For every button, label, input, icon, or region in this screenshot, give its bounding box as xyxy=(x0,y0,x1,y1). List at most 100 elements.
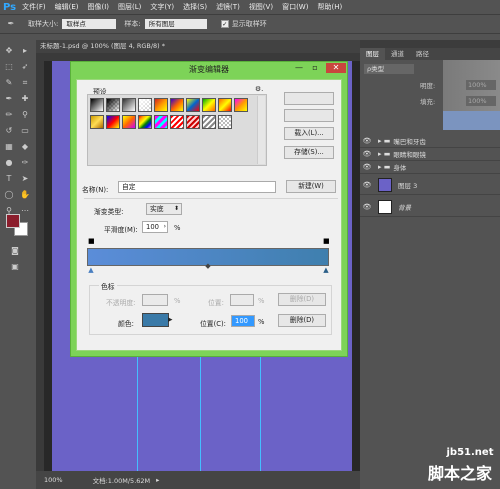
preset-swatch[interactable] xyxy=(154,98,168,112)
preset-swatch[interactable] xyxy=(106,115,120,129)
eye-icon[interactable]: 👁 xyxy=(362,137,372,145)
menu-view[interactable]: 视图(V) xyxy=(249,2,273,12)
status-menu-arrow-icon[interactable]: ▸ xyxy=(156,476,159,484)
menu-image[interactable]: 图像(I) xyxy=(88,2,110,12)
dodge-tool-icon[interactable]: ● xyxy=(4,158,14,168)
preset-swatch[interactable] xyxy=(218,98,232,112)
menu-edit[interactable]: 编辑(E) xyxy=(55,2,79,12)
eye-icon[interactable]: 👁 xyxy=(362,150,372,158)
layer-row[interactable]: 👁 ▸ ▬ 眼睛和眼镜 xyxy=(360,148,500,161)
menu-filter[interactable]: 滤镜(T) xyxy=(216,2,240,12)
color-menu-arrow-icon[interactable]: ▸ xyxy=(168,315,173,325)
color-location-field[interactable]: 100 xyxy=(231,315,255,327)
preset-swatch[interactable] xyxy=(170,115,184,129)
more-tools-icon[interactable]: ⋯ xyxy=(20,206,30,216)
color-stop-left[interactable]: ▲ xyxy=(88,267,94,274)
ok-button[interactable] xyxy=(284,92,334,105)
layer-row[interactable]: 👁 背景 xyxy=(360,197,500,217)
stamp-tool-icon[interactable]: ⚲ xyxy=(20,110,30,120)
menu-help[interactable]: 帮助(H) xyxy=(317,2,342,12)
move-tool-icon[interactable]: ✥ xyxy=(4,46,14,56)
marquee-tool-icon[interactable]: ⬚ xyxy=(4,62,14,72)
preset-swatch[interactable] xyxy=(90,98,104,112)
layer-row[interactable]: 👁 ▸ ▬ 嘴巴和牙齿 xyxy=(360,135,500,148)
document-tab[interactable]: 未标题-1.psd @ 100% (图层 4, RGB/8) * xyxy=(40,40,165,53)
menu-file[interactable]: 文件(F) xyxy=(22,2,46,12)
artboard-tool-icon[interactable]: ▸ xyxy=(20,46,30,56)
screen-mode-icon[interactable]: ▣ xyxy=(10,262,20,272)
minimize-icon[interactable]: — xyxy=(292,63,306,73)
eye-icon[interactable]: 👁 xyxy=(362,181,372,189)
menu-type[interactable]: 文字(Y) xyxy=(150,2,174,12)
gradient-tool-icon[interactable]: ▦ xyxy=(4,142,14,152)
preset-swatch[interactable] xyxy=(122,115,136,129)
brush-tool-icon[interactable]: ✏ xyxy=(4,110,14,120)
menu-select[interactable]: 选择(S) xyxy=(183,2,207,12)
quick-mask-icon[interactable]: ◙ xyxy=(10,246,20,256)
gradient-type-select[interactable]: 实底 ⬍ xyxy=(146,203,182,215)
name-field[interactable]: 自定 xyxy=(118,181,276,193)
load-button[interactable]: 载入(L)... xyxy=(284,127,334,140)
opacity-stop-right[interactable]: ■ xyxy=(323,238,330,245)
preset-swatch[interactable] xyxy=(138,98,152,112)
presets-gear-icon[interactable]: ⚙. xyxy=(255,85,263,93)
color-stop-right[interactable]: ▲ xyxy=(323,267,329,274)
preset-swatch[interactable] xyxy=(170,98,184,112)
presets-scrollbar[interactable] xyxy=(257,96,265,164)
crop-tool-icon[interactable]: ⌗ xyxy=(20,78,30,88)
eraser-tool-icon[interactable]: ▭ xyxy=(20,126,30,136)
opacity-field[interactable]: 100% xyxy=(466,80,496,90)
preset-swatch[interactable] xyxy=(234,98,248,112)
lasso-tool-icon[interactable]: ➶ xyxy=(20,62,30,72)
tab-layers[interactable]: 图层 xyxy=(360,48,385,60)
tab-paths[interactable]: 路径 xyxy=(410,48,435,60)
sample-size-select[interactable]: 取样点 xyxy=(62,19,117,29)
fill-field[interactable]: 100% xyxy=(466,96,496,106)
type-tool-icon[interactable]: T xyxy=(4,174,14,184)
preset-swatch[interactable] xyxy=(106,98,120,112)
midpoint-diamond-icon[interactable]: ◆ xyxy=(205,263,211,270)
eyedropper-icon[interactable]: ✒ xyxy=(6,19,16,29)
sample-select[interactable]: 所有图层 xyxy=(144,19,207,29)
opacity-stop-left[interactable]: ■ xyxy=(88,238,95,245)
preset-swatch[interactable] xyxy=(202,115,216,129)
maximize-icon[interactable]: ▫ xyxy=(308,63,322,73)
preset-swatch[interactable] xyxy=(122,98,136,112)
save-button[interactable]: 存储(S)... xyxy=(284,146,334,159)
preset-swatch[interactable] xyxy=(90,115,104,129)
color-stop-swatch[interactable] xyxy=(142,313,169,327)
history-brush-icon[interactable]: ↺ xyxy=(4,126,14,136)
new-button[interactable]: 新建(W) xyxy=(286,180,336,193)
path-select-icon[interactable]: ➤ xyxy=(20,174,30,184)
layer-row[interactable]: 👁 ▸ ▬ 身体 xyxy=(360,161,500,174)
tab-channels[interactable]: 通道 xyxy=(385,48,410,60)
smoothness-field[interactable]: 100 › xyxy=(142,221,168,233)
preset-swatch[interactable] xyxy=(186,115,200,129)
foreground-color-swatch-front[interactable] xyxy=(6,214,20,228)
menu-layer[interactable]: 图层(L) xyxy=(118,2,141,12)
preset-swatch[interactable] xyxy=(138,115,152,129)
layer-row[interactable]: 👁 图层 3 xyxy=(360,175,500,195)
close-icon[interactable]: ✕ xyxy=(326,63,346,73)
name-label: 名称(N): xyxy=(82,186,109,194)
zoom-level[interactable]: 100% xyxy=(44,476,63,484)
preset-swatch[interactable] xyxy=(186,98,200,112)
cancel-button[interactable] xyxy=(284,109,334,122)
eye-icon[interactable]: 👁 xyxy=(362,203,372,211)
preset-swatch[interactable] xyxy=(218,115,232,129)
preset-swatch[interactable] xyxy=(154,115,168,129)
quick-select-tool-icon[interactable]: ✎ xyxy=(4,78,14,88)
preset-swatch[interactable] xyxy=(202,98,216,112)
eye-icon[interactable]: 👁 xyxy=(362,163,372,171)
delete-color-stop-button[interactable]: 删除(D) xyxy=(278,314,326,327)
hand-tool-icon[interactable]: ✋ xyxy=(20,190,30,200)
eyedropper-tool-icon[interactable]: ✒ xyxy=(4,94,14,104)
menu-window[interactable]: 窗口(W) xyxy=(282,2,308,12)
layer-kind-filter[interactable]: ρ类型 xyxy=(364,64,414,74)
heal-tool-icon[interactable]: ✚ xyxy=(20,94,30,104)
selected-layer-highlight[interactable] xyxy=(443,111,500,130)
show-ring-checkbox[interactable]: ✓ xyxy=(220,20,229,28)
shape-tool-icon[interactable]: ◯ xyxy=(4,190,14,200)
blur-tool-icon[interactable]: ◆ xyxy=(20,142,30,152)
pen-tool-icon[interactable]: ✑ xyxy=(20,158,30,168)
